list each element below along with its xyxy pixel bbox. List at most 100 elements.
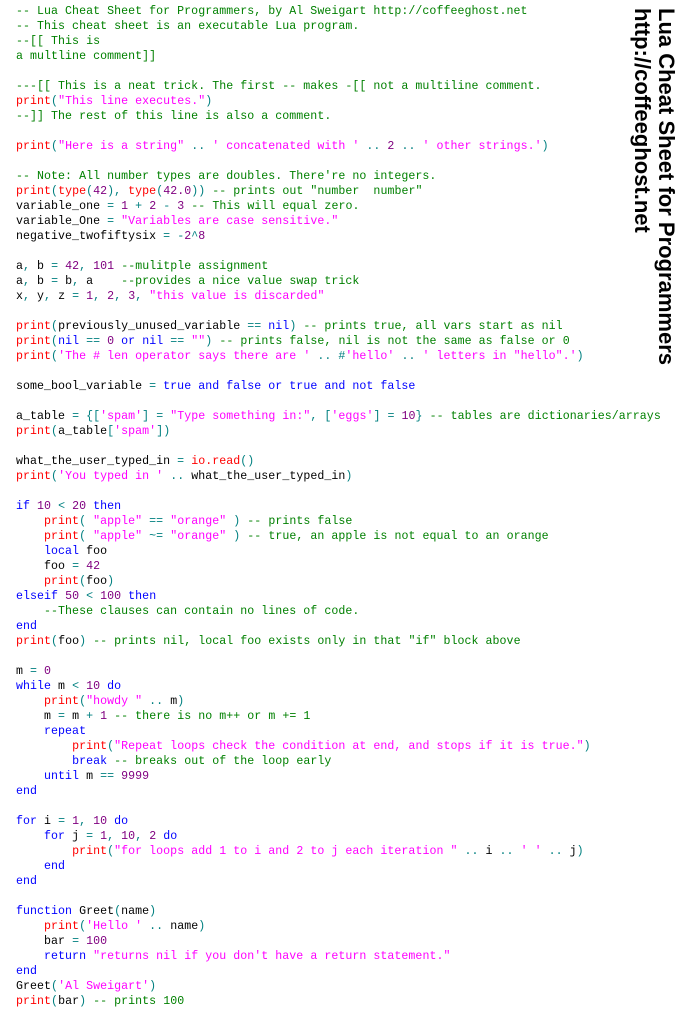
token-text: m [16,665,31,678]
token-text: variable_One [16,215,108,228]
token-text: a [79,275,122,288]
token-operator: .. [142,695,171,708]
token-number: 10 [401,410,416,423]
token-text: m [79,770,101,783]
token-builtin: print [16,140,52,153]
token-string: "Type something in:" [170,410,311,423]
token-string: 'You typed in ' [58,470,164,483]
token-operator: ) [149,980,157,993]
token-operator: , [44,290,52,303]
vertical-title: Lua Cheat Sheet for Programmers http://c… [630,8,678,365]
token-keyword: nil [142,335,164,348]
code-line: for j = 1, 10, 2 do [16,829,661,844]
code-line: a, b = 42, 101 --mulitple assignment [16,259,661,274]
token-operator: ) [576,350,584,363]
token-number: 42 [93,185,108,198]
token-text: i [485,845,493,858]
token-keyword: do [107,680,122,693]
code-line: end [16,619,661,634]
token-operator: .. [457,845,486,858]
token-keyword: for [44,830,66,843]
code-line: variable_One = "Variables are case sensi… [16,214,661,229]
token-operator: .. [142,920,171,933]
code-line: print(nil == 0 or nil == "") -- prints f… [16,334,661,349]
code-line: end [16,874,661,889]
token-operator: == [149,515,164,528]
code-line: a multline comment]] [16,49,661,64]
token-text: previously_unused_variable [58,320,248,333]
token-operator: ( [51,320,59,333]
token-keyword: true and false or true and not false [163,380,416,393]
code-line: print(type(42), type(42.0)) -- prints ou… [16,184,661,199]
code-line: m = 0 [16,664,661,679]
token-operator: .. [359,140,388,153]
token-operator: ) [107,575,115,588]
token-text: a [16,275,24,288]
token-builtin: print [44,575,80,588]
token-string: ' letters in "hello".' [422,350,577,363]
token-comment: -- prints false, nil is not the same as … [219,335,570,348]
code-line: return "returns nil if you don't have a … [16,949,661,964]
token-text: y [30,290,45,303]
token-keyword: end [16,785,38,798]
code-line: end [16,859,661,874]
token-operator: )) [191,185,206,198]
token-keyword: until [44,770,80,783]
token-operator: == [170,335,185,348]
code-line: ---[[ This is a neat trick. The first --… [16,79,661,94]
token-operator: ( [51,425,59,438]
token-builtin: print [16,350,52,363]
token-keyword: break [72,755,108,768]
token-text: b [58,275,73,288]
code-line: -- Lua Cheat Sheet for Programmers, by A… [16,4,661,19]
token-text: a_table [16,410,73,423]
token-comment: -- true, an apple is not equal to an ora… [247,530,549,543]
token-text: variable_one [16,200,108,213]
code-line: m = m + 1 -- there is no m++ or m += 1 [16,709,661,724]
code-line: until m == 9999 [16,769,661,784]
token-number: 10 [86,680,101,693]
token-operator: ]) [156,425,171,438]
token-comment: --These clauses can contain no lines of … [44,605,360,618]
token-operator: {[ [86,410,101,423]
token-operator: ( [79,530,94,543]
token-builtin: print [72,845,108,858]
token-string: "for loops add 1 to i and 2 to j each it… [114,845,458,858]
token-operator: , [23,290,31,303]
code-line: Greet('Al Sweigart') [16,979,661,994]
token-operator: .. [394,350,423,363]
token-text: j [569,845,577,858]
token-keyword: do [114,815,129,828]
token-operator: ) [583,740,591,753]
code-line: bar = 100 [16,934,661,949]
token-operator: ( [51,335,59,348]
token-builtin: print [44,920,80,933]
token-number: 50 [65,590,80,603]
token-builtin: print [16,425,52,438]
token-operator: ( [51,350,59,363]
token-operator: , [23,260,31,273]
token-operator: ( [51,185,59,198]
code-line: while m < 10 do [16,679,661,694]
token-builtin: print [16,185,52,198]
token-keyword: repeat [44,725,87,738]
token-string: 'Al Sweigart' [58,980,150,993]
token-string: "Here is a string" [58,140,185,153]
token-operator: ( [51,980,59,993]
code-line: what_the_user_typed_in = io.read() [16,454,661,469]
token-operator: ) [541,140,549,153]
token-string: 'The # len operator says there are ' [58,350,311,363]
code-line: print(bar) -- prints 100 [16,994,661,1009]
